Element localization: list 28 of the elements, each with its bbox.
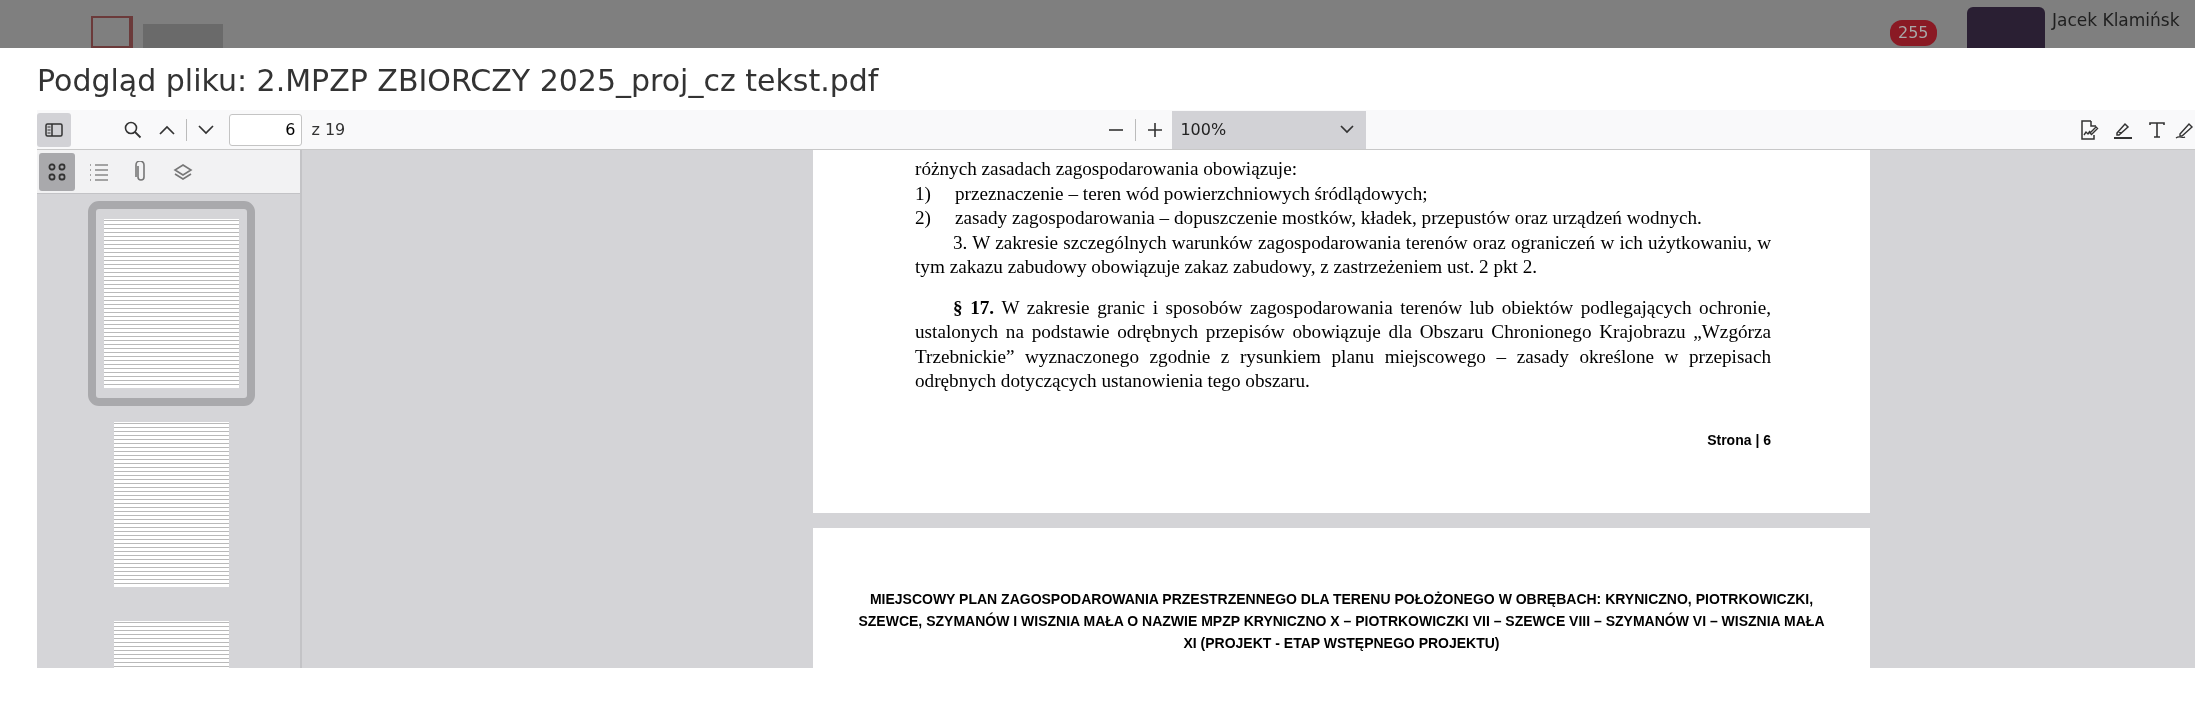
paragraph: § 17. W zakresie granic i sposobów zagospodarowania terenów lub obiektów podlegających ochronie, ustalonych na podstawie odrębnych przepisów obowiązuje dla Obszaru Chronionego Krajobrazu „Wzgórza Trzebnickie” wyznaczonego zgodnie z rysunkiem planu miejscowego – zasady określone w przepisach odrębnych dotyczących ustanowienia tego obszaru. [915, 295, 1771, 393]
sidebar-icon [45, 122, 64, 137]
list-number: 2) [915, 206, 932, 230]
page-number: Strona | 6 [1706, 430, 1771, 450]
paragraph: różnych zasadach zagospodarowania obowiązuje: [915, 157, 1298, 181]
user-name: Jacek Klamińsk [2052, 9, 2180, 32]
zoom-select[interactable]: 100% [1172, 110, 1366, 149]
layers-icon [173, 162, 193, 181]
sidebar-toggle-button[interactable] [37, 112, 72, 147]
minus-icon [1108, 128, 1125, 131]
modal-title: Podgląd pliku: 2.MPZP ZBIORCZY 2025_proj_cz tekst.pdf [36, 62, 880, 100]
thumbnails-icon [48, 162, 66, 181]
chevron-up-icon [159, 124, 176, 135]
list-item-text: zasady zagospodarowania – dopuszczenie mostków, kładek, przepustów oraz urządzeń wodnych. [955, 206, 1702, 230]
paperclip-icon [134, 160, 148, 183]
outline-icon [89, 162, 109, 181]
list-number: 1) [915, 181, 932, 206]
paragraph: 3. W zakresie szczególnych warunków zagospodarowania terenów oraz ograniczeń w ich użytkowaniu, w tym zakazu zabudowy obowiązuje zakaz zabudowy, z zastrzeżeniem ust. 2 pkt 2. [915, 230, 1771, 279]
list-item-text: przeznaczenie – teren wód powierzchniowych śródlądowych; [955, 181, 1428, 206]
document-heading: MIEJSCOWY PLAN ZAGOSPODAROWANIA PRZESTRZENNEGO DLA TERENU POŁOŻONEGO W OBRĘBACH: KRYNICZNO, PIOTRKOWICZKI, SZEWCE, SZYMANÓW I WISZNIA MAŁA O NAZWIE MPZP KRYNICZNO X – PIOTRKOWICZKI VII – SZEWCE VIII – SZYMANÓW VI – WISZNIA MAŁA XI (PROJEKT - ETAP WSTĘPNEGO PROJEKTU) [857, 590, 1826, 653]
page-number-field[interactable]: 6 [229, 113, 303, 146]
caret-icon [1339, 125, 1354, 134]
thumbnails-tab[interactable] [39, 152, 75, 191]
page-count: z 19 [311, 118, 346, 141]
chevron-down-icon [198, 124, 215, 135]
search-icon [124, 120, 143, 139]
plus-icon [1147, 121, 1164, 138]
notification-count: 255 [1890, 20, 1937, 46]
